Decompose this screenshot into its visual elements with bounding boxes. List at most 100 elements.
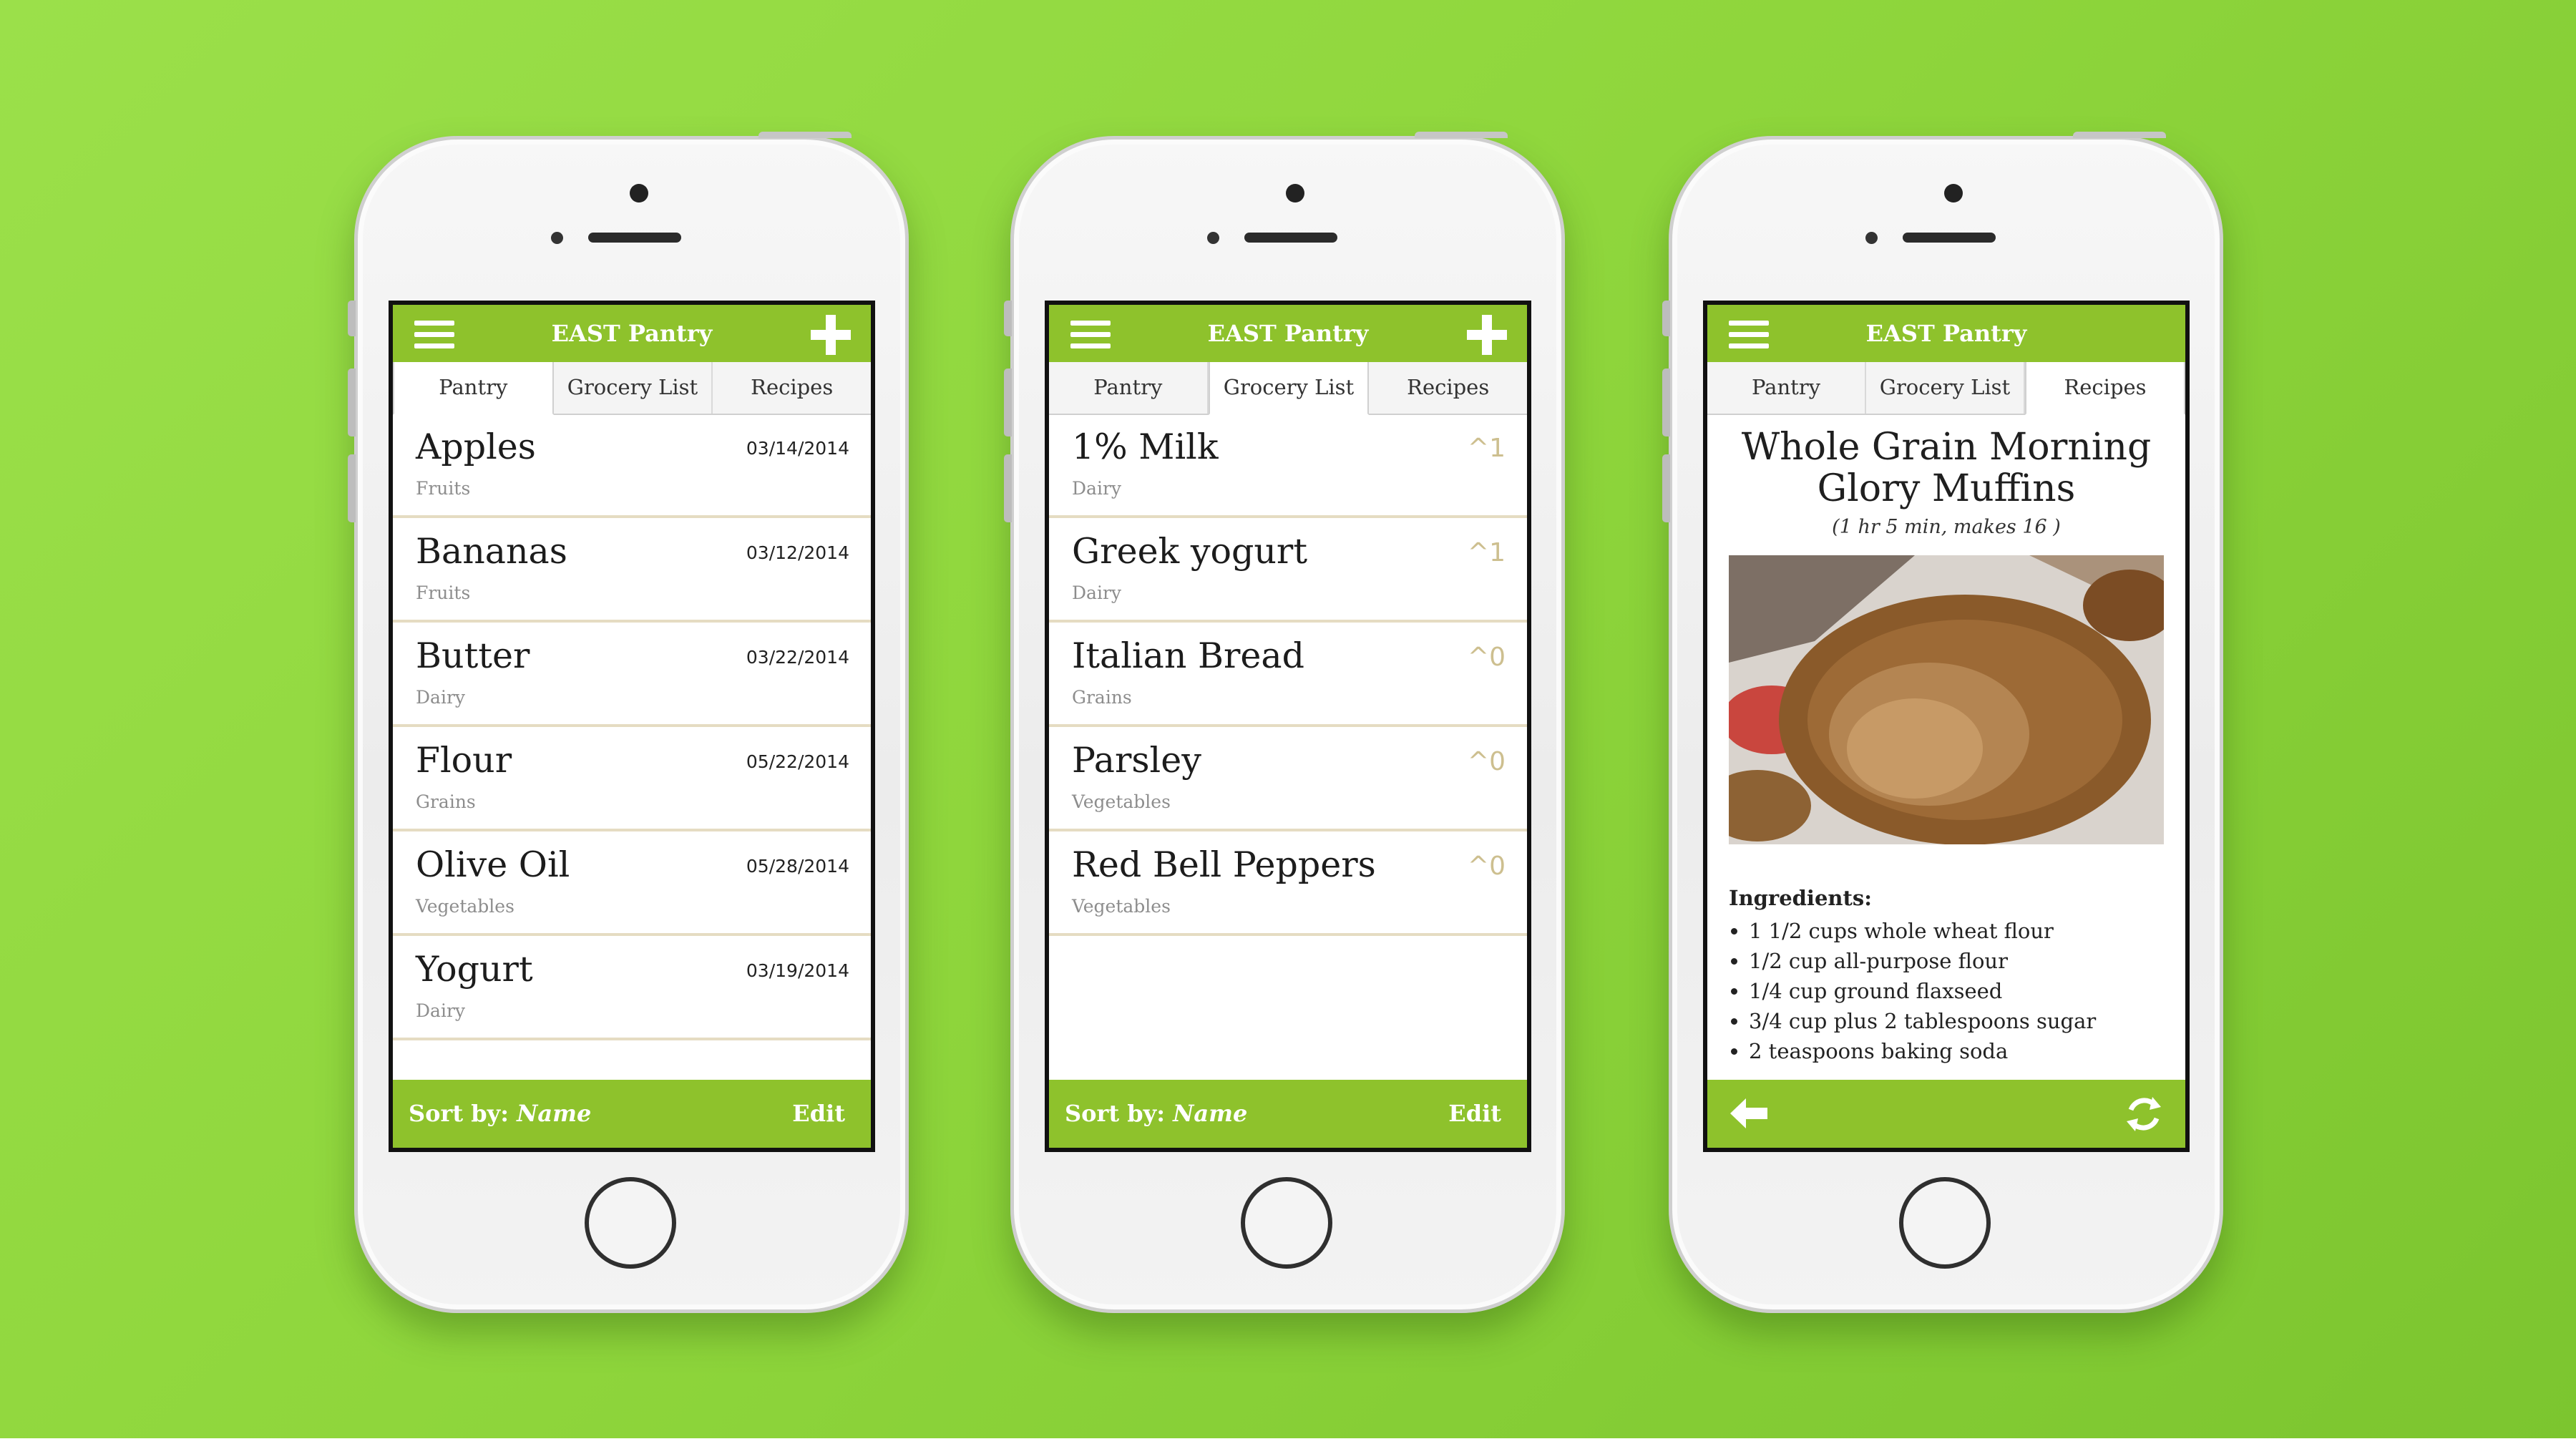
tab-grocery-list[interactable]: Grocery List	[1208, 362, 1370, 415]
tab-grocery-list[interactable]: Grocery List	[1866, 362, 2025, 414]
sort-label: Sort by:	[409, 1100, 509, 1127]
item-date: 03/22/2014	[746, 647, 849, 668]
phone-recipe: EAST Pantry Pantry Grocery List Recipes …	[1662, 132, 2223, 1313]
edit-button[interactable]: Edit	[1448, 1080, 1501, 1148]
vote-up-icon[interactable]: ^1	[1468, 434, 1506, 463]
power-button	[2073, 132, 2166, 138]
item-date: 05/28/2014	[746, 856, 849, 877]
volume-up-button	[1662, 369, 1670, 436]
earpiece-speaker	[588, 233, 681, 243]
home-button[interactable]	[585, 1177, 676, 1269]
app-title: EAST Pantry	[1207, 320, 1369, 347]
item-name: Yogurt	[416, 949, 533, 990]
ingredient-item: 1/2 cup all-purpose flour	[1749, 946, 2172, 976]
volume-down-button	[1662, 454, 1670, 522]
item-category: Vegetables	[1072, 791, 1171, 812]
home-button[interactable]	[1241, 1177, 1332, 1269]
list-item[interactable]: Italian Bread ^0 Grains	[1049, 623, 1527, 727]
ingredients-header: Ingredients:	[1729, 886, 1872, 910]
app-title: EAST Pantry	[1865, 320, 2027, 347]
volume-up-button	[1004, 369, 1012, 436]
item-date: 03/14/2014	[746, 438, 849, 459]
phone-pantry: EAST Pantry Pantry Grocery List Recipes …	[348, 132, 909, 1313]
front-camera	[1944, 184, 1963, 203]
bottom-border	[0, 1438, 2576, 1449]
vote-up-icon[interactable]: ^0	[1468, 747, 1506, 776]
list-item[interactable]: Parsley ^0 Vegetables	[1049, 727, 1527, 831]
list-item[interactable]: Flour 05/22/2014 Grains	[393, 727, 871, 831]
item-name: 1% Milk	[1072, 426, 1219, 467]
ingredient-item: 1 1/2 cups whole wheat flour	[1749, 916, 2172, 946]
earpiece-speaker	[1903, 233, 1996, 243]
back-arrow-icon[interactable]	[1729, 1097, 1769, 1130]
vote-up-icon[interactable]: ^0	[1468, 852, 1506, 881]
mute-switch	[348, 301, 356, 336]
item-date: 05/22/2014	[746, 751, 849, 772]
mute-switch	[1004, 301, 1012, 336]
footer-bar: Sort by: Name Edit	[393, 1080, 871, 1148]
recipe-title-line2: Glory Muffins	[1817, 467, 2076, 510]
volume-up-button	[348, 369, 356, 436]
plus-icon[interactable]	[1467, 315, 1507, 355]
app-title: EAST Pantry	[551, 320, 713, 347]
list-item[interactable]: Bananas 03/12/2014 Fruits	[393, 518, 871, 623]
vote-up-icon[interactable]: ^1	[1468, 538, 1506, 567]
tab-recipes[interactable]: Recipes	[1369, 362, 1527, 414]
footer-bar: Sort by: Name Edit	[1049, 1080, 1527, 1148]
vote-count: 1	[1489, 538, 1506, 567]
recipe-title-line1: Whole Grain Morning	[1741, 426, 2152, 469]
tab-bar: Pantry Grocery List Recipes	[1049, 362, 1527, 415]
plus-icon[interactable]	[811, 315, 851, 355]
ingredient-item: 2 teaspoons baking soda	[1749, 1036, 2172, 1066]
item-name: Red Bell Peppers	[1072, 844, 1376, 885]
volume-down-button	[1004, 454, 1012, 522]
list-item[interactable]: 1% Milk ^1 Dairy	[1049, 414, 1527, 518]
edit-button[interactable]: Edit	[792, 1080, 845, 1148]
item-category: Dairy	[1072, 582, 1122, 603]
pantry-list: Apples 03/14/2014 Fruits Bananas 03/12/2…	[393, 414, 871, 1040]
sort-control[interactable]: Sort by: Name	[1065, 1080, 1247, 1148]
recipe-meta: (1 hr 5 min, makes 16 )	[1832, 516, 2061, 538]
tab-pantry[interactable]: Pantry	[1707, 362, 1866, 414]
item-name: Greek yogurt	[1072, 531, 1308, 572]
tab-grocery-list[interactable]: Grocery List	[554, 362, 713, 414]
tab-pantry[interactable]: Pantry	[1049, 362, 1209, 414]
item-date: 03/12/2014	[746, 542, 849, 563]
proximity-sensor	[551, 232, 563, 244]
tab-recipes[interactable]: Recipes	[713, 362, 871, 414]
refresh-icon[interactable]	[2124, 1094, 2164, 1134]
tab-bar: Pantry Grocery List Recipes	[1707, 362, 2185, 415]
item-name: Apples	[416, 426, 536, 467]
navbar: EAST Pantry	[1707, 305, 2185, 362]
list-item[interactable]: Greek yogurt ^1 Dairy	[1049, 518, 1527, 623]
list-item[interactable]: Red Bell Peppers ^0 Vegetables	[1049, 831, 1527, 936]
vote-up-icon[interactable]: ^0	[1468, 643, 1506, 672]
item-name: Italian Bread	[1072, 635, 1304, 676]
list-item[interactable]: Butter 03/22/2014 Dairy	[393, 623, 871, 727]
list-item[interactable]: Yogurt 03/19/2014 Dairy	[393, 936, 871, 1040]
screen-grocery-list: EAST Pantry Pantry Grocery List Recipes …	[1045, 301, 1531, 1152]
item-category: Grains	[416, 791, 476, 812]
vote-count: 0	[1489, 852, 1506, 881]
vote-count: 1	[1489, 434, 1506, 463]
item-category: Vegetables	[1072, 896, 1171, 917]
screen-recipe: EAST Pantry Pantry Grocery List Recipes …	[1703, 301, 2190, 1152]
navbar: EAST Pantry	[393, 305, 871, 362]
ingredient-item: 1/4 cup ground flaxseed	[1749, 976, 2172, 1006]
tab-recipes[interactable]: Recipes	[2025, 362, 2185, 415]
item-name: Olive Oil	[416, 844, 570, 885]
power-button	[758, 132, 852, 138]
list-item[interactable]: Olive Oil 05/28/2014 Vegetables	[393, 831, 871, 936]
screen-pantry: EAST Pantry Pantry Grocery List Recipes …	[389, 301, 875, 1152]
item-name: Butter	[416, 635, 530, 676]
ingredient-item: 3/4 cup plus 2 tablespoons sugar	[1749, 1006, 2172, 1036]
tab-pantry[interactable]: Pantry	[393, 362, 554, 415]
item-date: 03/19/2014	[746, 960, 849, 981]
item-category: Vegetables	[416, 896, 514, 917]
proximity-sensor	[1865, 232, 1878, 244]
sort-control[interactable]: Sort by: Name	[409, 1080, 591, 1148]
list-item[interactable]: Apples 03/14/2014 Fruits	[393, 414, 871, 518]
muffin-image	[1729, 555, 2164, 844]
power-button	[1415, 132, 1508, 138]
home-button[interactable]	[1899, 1177, 1991, 1269]
